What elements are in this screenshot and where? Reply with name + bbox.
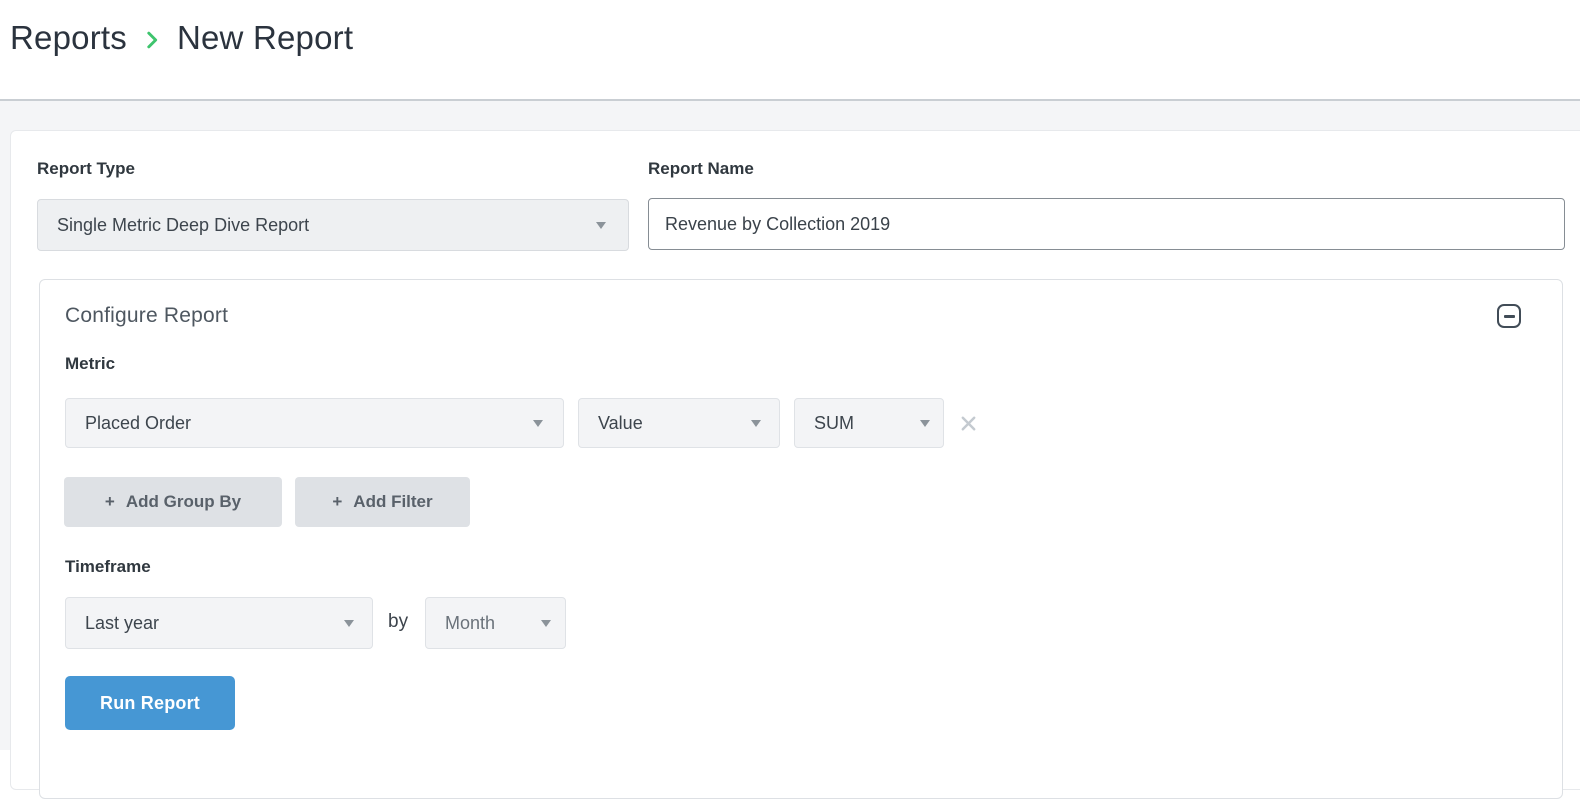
timeframe-label: Timeframe [65,557,151,577]
chevron-down-icon [596,222,606,229]
metric-aggregation-value: SUM [795,413,854,434]
timeframe-range-select[interactable]: Last year [65,597,373,649]
metric-label: Metric [65,354,115,374]
metric-property-select[interactable]: Value [578,398,780,448]
chevron-down-icon [751,420,761,427]
chevron-down-icon [533,420,543,427]
metric-row: Placed Order Value SUM [40,398,1562,448]
chevron-right-icon [141,29,163,51]
breadcrumb-new-report: New Report [177,19,353,57]
report-name-label: Report Name [648,159,754,179]
run-report-button[interactable]: Run Report [65,676,235,730]
add-filter-label: Add Filter [353,492,432,512]
report-name-input[interactable] [648,198,1565,250]
remove-metric-button[interactable] [956,411,980,435]
plus-icon: + [332,492,342,512]
collapse-section-button[interactable] [1497,304,1521,328]
content-area: Report Type Single Metric Deep Dive Repo… [0,101,1580,750]
report-type-label: Report Type [37,159,135,179]
metric-select[interactable]: Placed Order [65,398,564,448]
metric-select-value: Placed Order [66,413,191,434]
breadcrumb: Reports New Report [10,12,353,64]
report-builder-panel: Report Type Single Metric Deep Dive Repo… [10,130,1580,790]
metric-property-value: Value [579,413,643,434]
configure-report-card: Configure Report Metric Placed Order Val… [39,279,1563,799]
chevron-down-icon [344,620,354,627]
plus-icon: + [105,492,115,512]
x-icon [959,414,978,433]
add-group-by-label: Add Group By [126,492,241,512]
timeframe-interval-value: Month [426,613,495,634]
metric-aggregation-select[interactable]: SUM [794,398,944,448]
add-group-by-button[interactable]: + Add Group By [64,477,282,527]
report-type-value: Single Metric Deep Dive Report [38,215,309,236]
timeframe-by-label: by [388,611,408,633]
configure-report-title: Configure Report [65,304,228,328]
timeframe-range-value: Last year [66,613,159,634]
chevron-down-icon [541,620,551,627]
breadcrumb-reports[interactable]: Reports [10,19,127,57]
timeframe-row: Last year by Month [40,597,1562,649]
add-filter-button[interactable]: + Add Filter [295,477,470,527]
minus-icon [1504,315,1515,318]
chevron-down-icon [920,420,930,427]
report-type-select[interactable]: Single Metric Deep Dive Report [37,199,629,251]
timeframe-interval-select[interactable]: Month [425,597,566,649]
